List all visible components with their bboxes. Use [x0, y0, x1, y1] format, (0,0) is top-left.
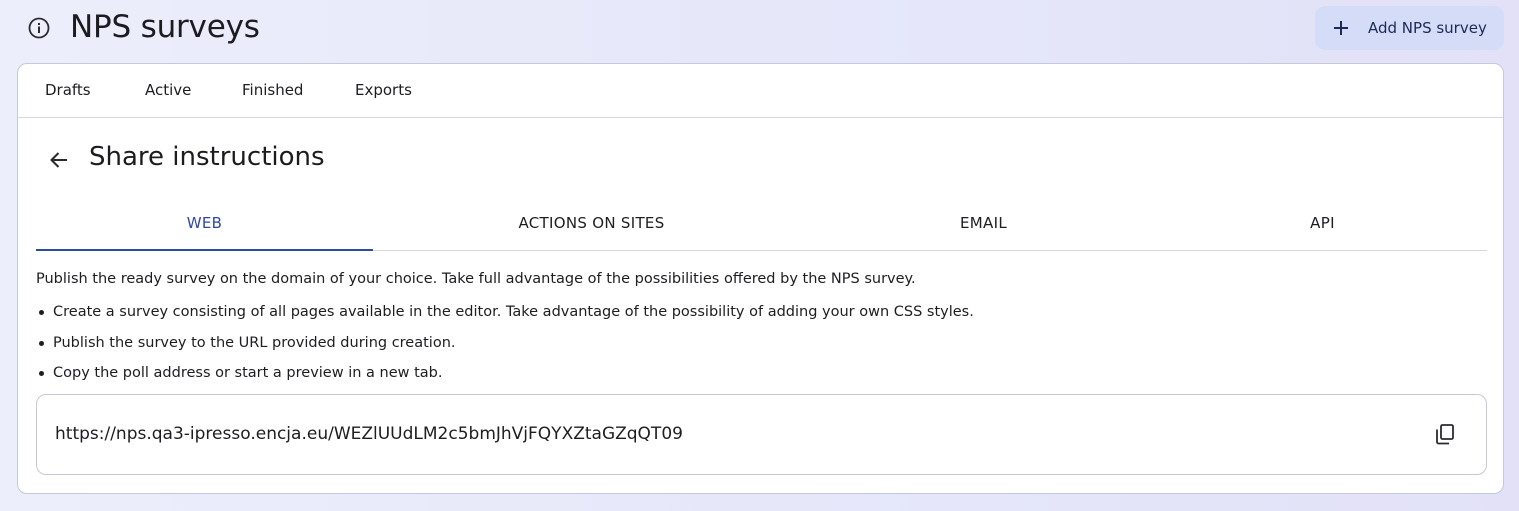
- list-item: Copy the poll address or start a preview…: [36, 363, 974, 383]
- tab-actions-on-sites[interactable]: ACTIONS ON SITES: [423, 204, 760, 251]
- survey-status-tabs: Drafts Active Finished Exports: [18, 64, 1503, 118]
- section-header: Share instructions: [18, 119, 1503, 199]
- survey-url-field[interactable]: https://nps.qa3-ipresso.encja.eu/WEZlUUd…: [36, 394, 1487, 475]
- list-item: Create a survey consisting of all pages …: [36, 302, 974, 322]
- tab-finished[interactable]: Finished: [242, 64, 303, 116]
- section-title: Share instructions: [89, 142, 325, 172]
- survey-url-text[interactable]: https://nps.qa3-ipresso.encja.eu/WEZlUUd…: [55, 395, 683, 474]
- survey-card: Drafts Active Finished Exports Share ins…: [17, 63, 1504, 494]
- share-method-tabs: WEB ACTIONS ON SITES EMAIL API: [36, 204, 1487, 251]
- tab-web[interactable]: WEB: [36, 204, 373, 251]
- add-nps-survey-label: Add NPS survey: [1368, 19, 1487, 37]
- list-item: Publish the survey to the URL provided d…: [36, 333, 974, 353]
- arrow-left-icon[interactable]: [48, 149, 70, 171]
- page-title: NPS surveys: [70, 9, 260, 45]
- tab-exports[interactable]: Exports: [355, 64, 412, 116]
- web-description: Publish the ready survey on the domain o…: [36, 271, 916, 287]
- tab-active[interactable]: Active: [145, 64, 191, 116]
- page-header: NPS surveys Add NPS survey: [0, 0, 1519, 56]
- info-circle-icon[interactable]: [27, 16, 51, 40]
- tab-email[interactable]: EMAIL: [815, 204, 1152, 251]
- plus-icon: [1334, 21, 1348, 35]
- add-nps-survey-button[interactable]: Add NPS survey: [1315, 6, 1504, 50]
- tab-api[interactable]: API: [1154, 204, 1491, 251]
- copy-icon[interactable]: [1434, 423, 1456, 445]
- tab-drafts[interactable]: Drafts: [45, 64, 91, 116]
- instructions-list: Create a survey consisting of all pages …: [36, 302, 974, 394]
